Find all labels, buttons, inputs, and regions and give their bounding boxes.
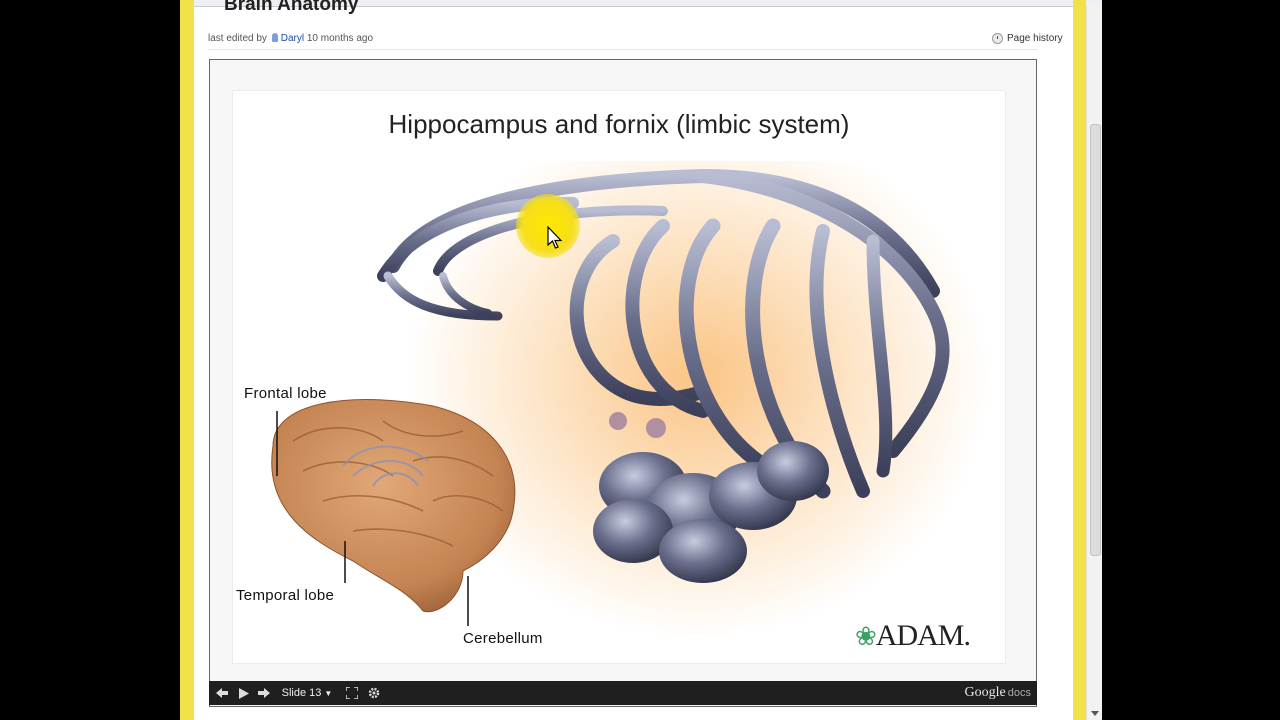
slide-canvas[interactable]: Hippocampus and fornix (limbic system) F… xyxy=(232,90,1006,664)
mouse-pointer-icon xyxy=(547,226,563,249)
right-highlight-border xyxy=(1073,0,1086,720)
last-edited-prefix: last edited by xyxy=(208,33,267,44)
page-title: Brain Anatomy xyxy=(224,0,359,15)
user-icon xyxy=(271,33,278,42)
adam-logo: ❀ADAM. xyxy=(855,619,971,653)
adam-logo-text: ADAM. xyxy=(875,619,971,652)
divider xyxy=(208,49,1038,50)
edit-meta: last edited by Daryl 10 months ago xyxy=(208,33,373,44)
browser-viewport: Brain Anatomy last edited by Daryl 10 mo… xyxy=(180,0,1102,720)
prev-icon xyxy=(216,688,228,698)
edited-time: 10 months ago xyxy=(306,33,374,44)
google-docs-logo[interactable]: Google docs xyxy=(965,681,1031,705)
editor-link[interactable]: Daryl xyxy=(281,33,304,44)
page-history-label: Page history xyxy=(1007,33,1063,44)
leaf-icon: ❀ xyxy=(855,622,877,651)
slide-selector[interactable]: Slide 13 ▼ xyxy=(277,681,337,705)
play-icon xyxy=(239,687,249,699)
fullscreen-icon xyxy=(346,687,358,699)
settings-button[interactable] xyxy=(365,681,383,705)
fullscreen-button[interactable] xyxy=(343,681,361,705)
clock-icon xyxy=(992,33,1003,44)
slide-number: Slide 13 xyxy=(281,687,322,699)
play-button[interactable] xyxy=(235,681,253,705)
next-slide-button[interactable] xyxy=(255,681,273,705)
google-brand: Google xyxy=(964,685,1006,700)
page-history-link[interactable]: Page history xyxy=(992,33,1063,44)
label-frontal-lobe: Frontal lobe xyxy=(244,385,327,402)
scrollbar-thumb[interactable] xyxy=(1090,124,1101,556)
next-icon xyxy=(258,688,270,698)
docs-brand: docs xyxy=(1007,687,1031,699)
prev-slide-button[interactable] xyxy=(213,681,231,705)
slideshow-control-bar: Slide 13 ▼ Google docs xyxy=(209,681,1037,705)
label-cerebellum: Cerebellum xyxy=(463,630,543,647)
scroll-down-icon[interactable] xyxy=(1091,711,1099,716)
label-temporal-lobe: Temporal lobe xyxy=(236,587,335,604)
fornix-illustration xyxy=(271,168,950,626)
left-highlight-border xyxy=(180,0,194,720)
vertical-scrollbar[interactable] xyxy=(1086,6,1102,720)
presentation-embed[interactable]: Hippocampus and fornix (limbic system) F… xyxy=(209,59,1037,707)
gear-icon xyxy=(368,687,380,699)
chevron-down-icon: ▼ xyxy=(324,688,333,698)
